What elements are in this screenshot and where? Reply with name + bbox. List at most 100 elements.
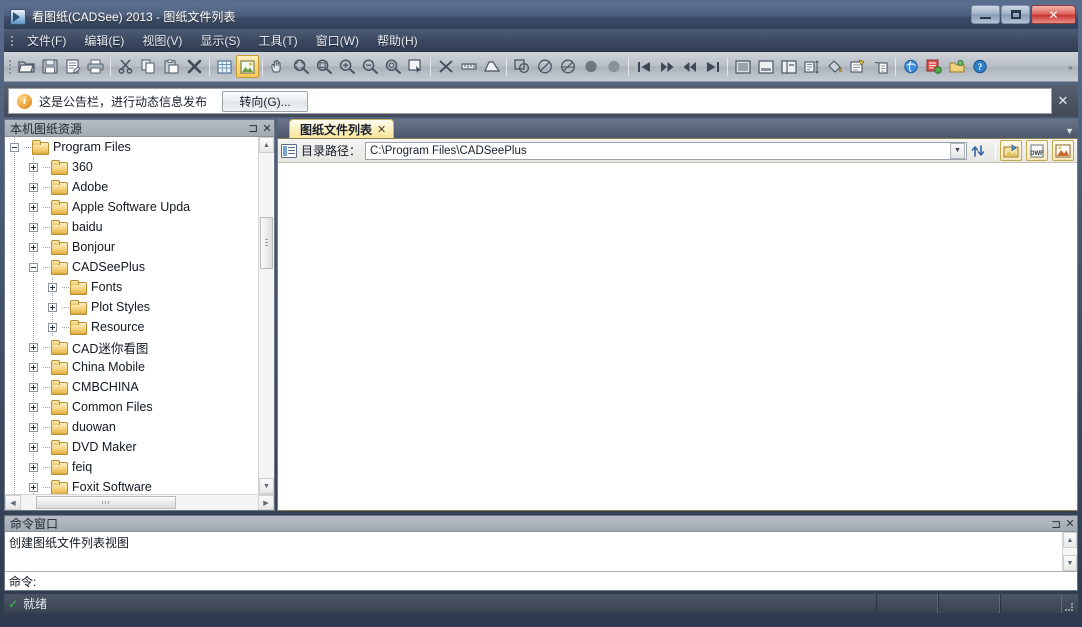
directory-path-combobox[interactable]: ▼ bbox=[365, 141, 967, 160]
toolbar-properties[interactable] bbox=[846, 55, 869, 78]
menu-edit[interactable]: 编辑(E) bbox=[75, 29, 133, 52]
toolbar-save[interactable] bbox=[38, 55, 61, 78]
toolbar-layout-full[interactable] bbox=[731, 55, 754, 78]
collapse-icon[interactable] bbox=[5, 137, 24, 157]
toolbar-zoom-in[interactable] bbox=[335, 55, 358, 78]
menu-file[interactable]: 文件(F) bbox=[18, 29, 75, 52]
expand-icon[interactable] bbox=[24, 457, 43, 477]
expand-icon[interactable] bbox=[24, 337, 43, 357]
tree-item[interactable]: feiq bbox=[5, 457, 258, 477]
toolbar-filled-circle[interactable] bbox=[579, 55, 602, 78]
toolbar-publish[interactable] bbox=[922, 55, 945, 78]
tree-scroll-thumb[interactable] bbox=[260, 217, 273, 269]
tree-item[interactable]: DVD Maker bbox=[5, 437, 258, 457]
pin-icon[interactable]: ⊐ bbox=[1049, 517, 1063, 531]
toolbar-paste[interactable] bbox=[160, 55, 183, 78]
toolbar-zoom-previous[interactable] bbox=[381, 55, 404, 78]
pin-icon[interactable]: ⊐ bbox=[246, 121, 260, 135]
scroll-down-icon[interactable]: ▼ bbox=[1063, 555, 1077, 571]
tree-item[interactable]: Adobe bbox=[5, 177, 258, 197]
toolbar-first[interactable] bbox=[632, 55, 655, 78]
toolbar-circle-slash-2[interactable] bbox=[556, 55, 579, 78]
command-input[interactable] bbox=[39, 574, 1077, 588]
toolbar-forward[interactable] bbox=[655, 55, 678, 78]
tree-item[interactable]: duowan bbox=[5, 417, 258, 437]
tree-scroll-track[interactable] bbox=[259, 153, 274, 478]
tree-item[interactable]: Bonjour bbox=[5, 237, 258, 257]
expand-icon[interactable] bbox=[43, 297, 62, 317]
expand-icon[interactable] bbox=[24, 437, 43, 457]
tree-item[interactable]: Common Files bbox=[5, 397, 258, 417]
toolbar-open[interactable] bbox=[15, 55, 38, 78]
tree-hscroll-track[interactable] bbox=[21, 495, 258, 510]
close-icon[interactable]: ✕ bbox=[1063, 517, 1077, 530]
toolbar-copy[interactable] bbox=[137, 55, 160, 78]
toolbar-layout-split[interactable] bbox=[754, 55, 777, 78]
tree-item[interactable]: Foxit Software bbox=[5, 477, 258, 494]
expand-icon[interactable] bbox=[43, 317, 62, 337]
toolbar-save-as[interactable] bbox=[61, 55, 84, 78]
command-scrollbar[interactable]: ▲ ▼ bbox=[1062, 532, 1077, 571]
tree-item[interactable]: 360 bbox=[5, 157, 258, 177]
tree-horizontal-scrollbar[interactable]: ◀ ▶ bbox=[5, 494, 274, 510]
toolbar-grip-handle[interactable] bbox=[6, 58, 15, 76]
toolbar-filled-circle-2[interactable] bbox=[602, 55, 625, 78]
collapse-icon[interactable] bbox=[24, 257, 43, 277]
minimize-button[interactable] bbox=[971, 5, 1000, 24]
directory-path-input[interactable] bbox=[366, 144, 949, 157]
path-button-image-folder[interactable] bbox=[1000, 140, 1022, 161]
tree-item[interactable]: China Mobile bbox=[5, 357, 258, 377]
expand-icon[interactable] bbox=[24, 417, 43, 437]
tree-item[interactable]: CAD迷你看图 bbox=[5, 337, 258, 357]
tree-item[interactable]: CMBCHINA bbox=[5, 377, 258, 397]
toolbar-browser[interactable] bbox=[899, 55, 922, 78]
tree-vertical-scrollbar[interactable]: ▲ ▼ bbox=[258, 137, 274, 494]
toolbar-open-online[interactable] bbox=[945, 55, 968, 78]
expand-icon[interactable] bbox=[24, 217, 43, 237]
tree-item[interactable]: Resource bbox=[5, 317, 258, 337]
scroll-up-icon[interactable]: ▲ bbox=[1063, 532, 1077, 548]
expand-icon[interactable] bbox=[24, 477, 43, 494]
toolbar-table-view[interactable] bbox=[213, 55, 236, 78]
toolbar-image-view[interactable] bbox=[236, 55, 259, 78]
toolbar-zoom-extents[interactable] bbox=[289, 55, 312, 78]
toolbar-print[interactable] bbox=[84, 55, 107, 78]
close-button[interactable]: ✕ bbox=[1031, 5, 1076, 24]
expand-icon[interactable] bbox=[24, 397, 43, 417]
toolbar-overlap[interactable] bbox=[510, 55, 533, 78]
toolbar-layout-measure[interactable] bbox=[800, 55, 823, 78]
toolbar-help[interactable]: ? bbox=[968, 55, 991, 78]
tree-item[interactable]: Program Files bbox=[5, 137, 258, 157]
path-button-picture[interactable] bbox=[1052, 140, 1074, 161]
refresh-icon[interactable] bbox=[971, 144, 991, 158]
maximize-button[interactable] bbox=[1001, 5, 1030, 24]
expand-icon[interactable] bbox=[24, 237, 43, 257]
menu-help[interactable]: 帮助(H) bbox=[368, 29, 427, 52]
tree-item[interactable]: Plot Styles bbox=[5, 297, 258, 317]
resource-tree-list[interactable]: Program Files 360 Adobe Apple Software Upda… bbox=[5, 137, 258, 494]
toolbar-cut[interactable] bbox=[114, 55, 137, 78]
tree-hscroll-thumb[interactable] bbox=[36, 496, 176, 509]
scroll-left-icon[interactable]: ◀ bbox=[5, 495, 21, 510]
toolbar-last[interactable] bbox=[701, 55, 724, 78]
toolbar-select-region[interactable] bbox=[404, 55, 427, 78]
toolbar-measure-area[interactable] bbox=[480, 55, 503, 78]
expand-icon[interactable] bbox=[24, 357, 43, 377]
drawing-file-list-view[interactable] bbox=[278, 163, 1077, 510]
announcement-close-icon[interactable]: ✕ bbox=[1052, 93, 1074, 109]
expand-icon[interactable] bbox=[43, 277, 62, 297]
expand-icon[interactable] bbox=[24, 177, 43, 197]
path-button-dwf[interactable]: DWF bbox=[1026, 140, 1048, 161]
announcement-goto-button[interactable]: 转向(G)... bbox=[222, 90, 309, 112]
toolbar-pan[interactable] bbox=[266, 55, 289, 78]
chevron-down-icon[interactable]: ▼ bbox=[950, 142, 965, 159]
toolbar-zoom-out[interactable] bbox=[358, 55, 381, 78]
expand-icon[interactable] bbox=[24, 157, 43, 177]
command-scroll-track[interactable] bbox=[1063, 548, 1077, 555]
toolbar-layout-panel[interactable] bbox=[777, 55, 800, 78]
tree-item[interactable]: Apple Software Upda bbox=[5, 197, 258, 217]
tab-drawing-file-list[interactable]: 图纸文件列表 ✕ bbox=[289, 119, 395, 138]
toolbar-circle-slash[interactable] bbox=[533, 55, 556, 78]
toolbar-measure-point[interactable] bbox=[434, 55, 457, 78]
toolbar-delete[interactable] bbox=[183, 55, 206, 78]
